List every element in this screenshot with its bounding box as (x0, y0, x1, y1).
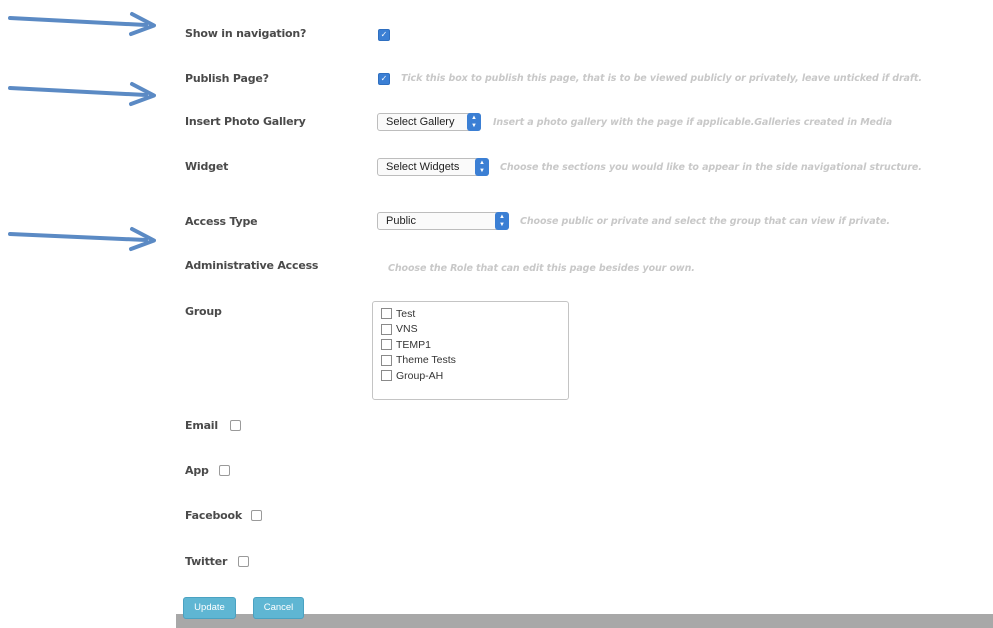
group-option[interactable]: VNS (373, 322, 568, 338)
access-type-select[interactable]: Public ▲ ▼ (377, 212, 509, 230)
email-checkbox[interactable] (230, 420, 241, 431)
gallery-select[interactable]: Select Gallery ▲ ▼ (377, 113, 481, 131)
twitter-label: Twitter (185, 555, 228, 568)
show-in-navigation-label: Show in navigation? (185, 27, 307, 40)
admin-access-label: Administrative Access (185, 259, 319, 272)
facebook-checkbox[interactable] (251, 510, 262, 521)
group-option-label: VNS (396, 323, 418, 336)
group-option[interactable]: TEMP1 (373, 337, 568, 353)
annotation-arrow-1-icon (8, 12, 156, 36)
group-option-label: Test (396, 307, 416, 320)
group-option[interactable]: Theme Tests (373, 353, 568, 369)
access-type-select-value: Public (386, 215, 416, 227)
admin-access-help: Choose the Role that can edit this page … (388, 263, 695, 274)
photo-gallery-label: Insert Photo Gallery (185, 115, 306, 128)
chevron-updown-icon: ▲ ▼ (467, 113, 481, 131)
chevron-updown-icon: ▲ ▼ (475, 158, 489, 176)
update-button[interactable]: Update (183, 597, 236, 619)
facebook-label: Facebook (185, 509, 242, 522)
check-icon: ✓ (380, 30, 388, 39)
app-checkbox[interactable] (219, 465, 230, 476)
widget-label: Widget (185, 160, 229, 173)
group-option-label: Group-AH (396, 369, 444, 382)
access-type-help: Choose public or private and select the … (520, 216, 890, 227)
group-option-label: TEMP1 (396, 338, 432, 351)
annotation-arrow-3-icon (8, 227, 156, 251)
group-option-label: Theme Tests (396, 354, 456, 367)
gallery-select-value: Select Gallery (386, 116, 455, 128)
publish-page-label: Publish Page? (185, 72, 269, 85)
group-option[interactable]: Group-AH (373, 368, 568, 384)
group-option-checkbox[interactable] (381, 308, 392, 320)
group-option-checkbox[interactable] (381, 354, 392, 366)
widget-help: Choose the sections you would like to ap… (500, 162, 922, 173)
publish-page-help: Tick this box to publish this page, that… (401, 73, 922, 84)
email-label: Email (185, 419, 218, 432)
annotation-arrow-2-icon (8, 82, 156, 106)
group-option-checkbox[interactable] (381, 323, 392, 335)
widget-select[interactable]: Select Widgets ▲ ▼ (377, 158, 489, 176)
group-label: Group (185, 305, 222, 318)
show-in-navigation-checkbox[interactable]: ✓ (378, 29, 390, 41)
access-type-label: Access Type (185, 215, 258, 228)
photo-gallery-help: Insert a photo gallery with the page if … (493, 117, 893, 128)
cancel-button[interactable]: Cancel (253, 597, 304, 619)
group-option[interactable]: Test (373, 306, 568, 322)
widget-select-value: Select Widgets (386, 161, 460, 173)
chevron-updown-icon: ▲ ▼ (495, 212, 509, 230)
check-icon: ✓ (380, 74, 388, 83)
app-label: App (185, 464, 209, 477)
group-listbox[interactable]: Test VNS TEMP1 Theme Tests Group-AH (372, 301, 569, 400)
publish-page-checkbox[interactable]: ✓ (378, 73, 390, 85)
twitter-checkbox[interactable] (238, 556, 249, 567)
group-option-checkbox[interactable] (381, 339, 392, 351)
group-option-checkbox[interactable] (381, 370, 392, 382)
